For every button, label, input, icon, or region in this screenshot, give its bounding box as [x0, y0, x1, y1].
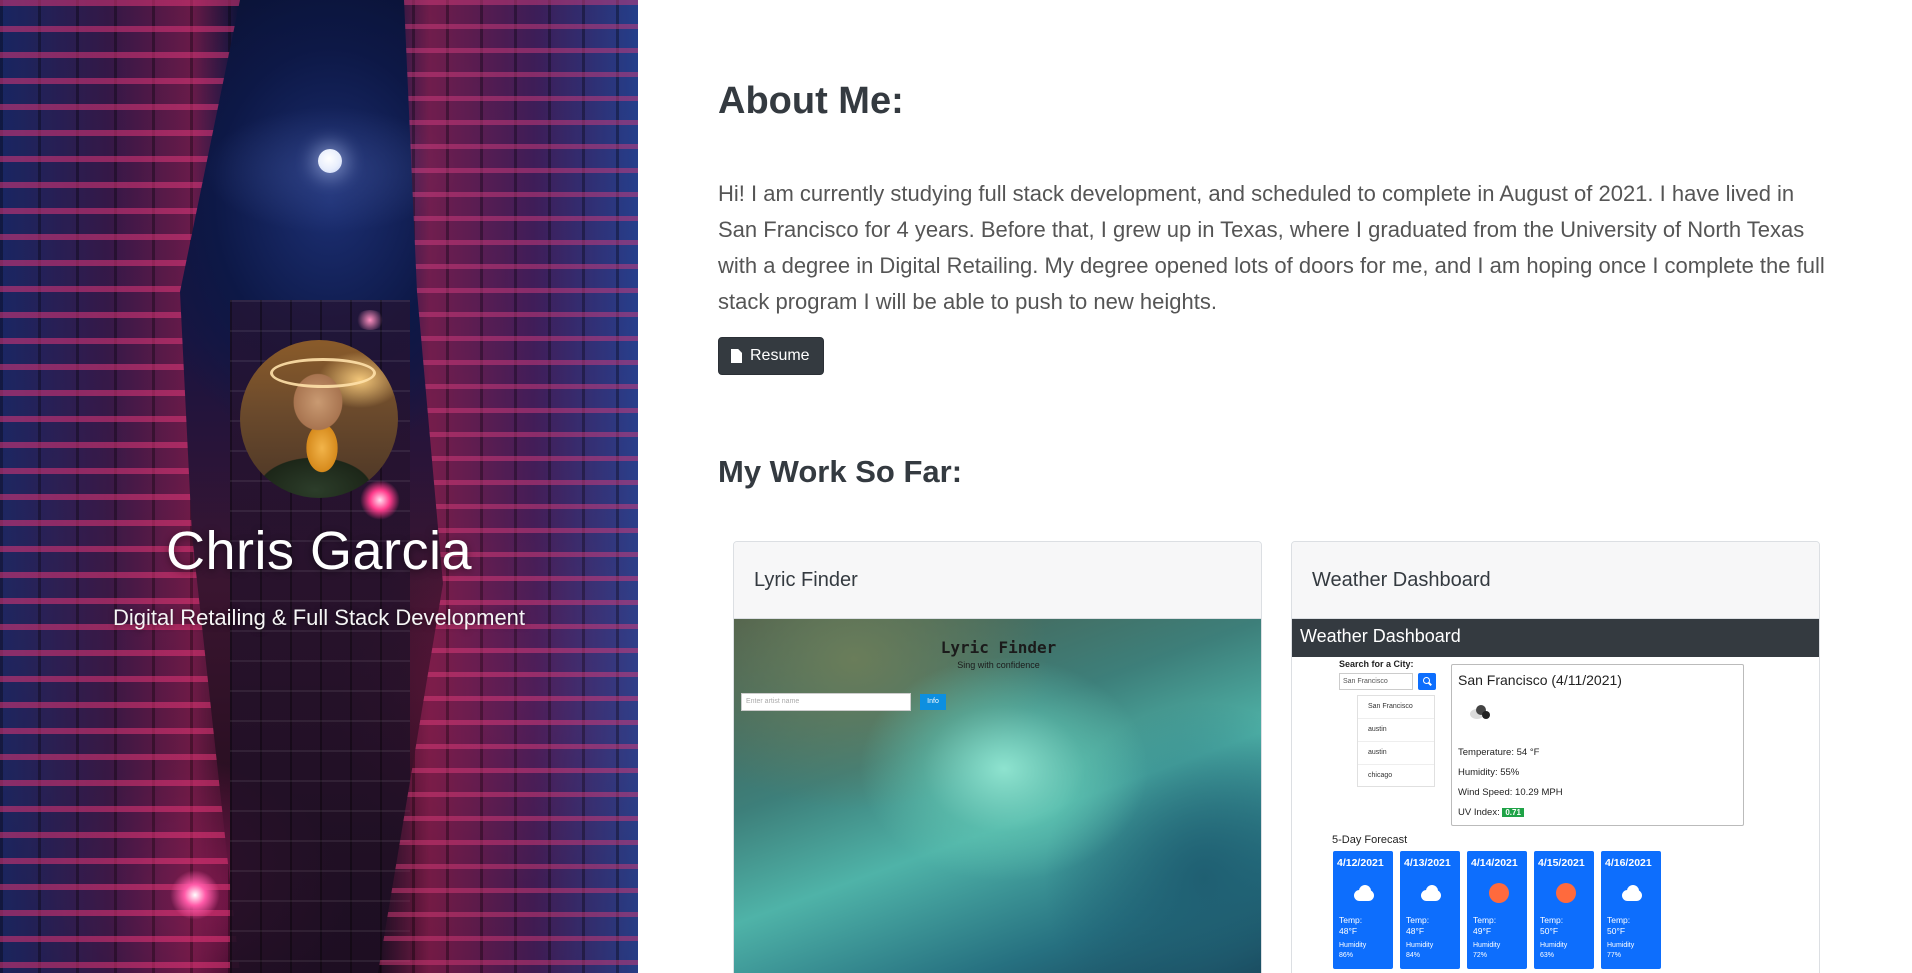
- list-item: chicago: [1368, 772, 1393, 779]
- list-item: San Francisco: [1358, 696, 1434, 719]
- preview-current-weather: San Francisco (4/11/2021) Temperature: 5…: [1451, 664, 1744, 826]
- search-icon: [1418, 673, 1436, 690]
- card-header: Lyric Finder: [734, 542, 1261, 619]
- preview-forecast: 4/12/2021 Temp: 48°F Humidity 86% 4/13/202…: [1333, 851, 1661, 969]
- about-text: Hi! I am currently studying full stack d…: [718, 181, 1825, 314]
- sun-icon: [1485, 883, 1511, 903]
- moon-icon: [318, 149, 342, 173]
- forecast-date: 4/16/2021: [1605, 857, 1652, 869]
- preview-forecast-label: 5-Day Forecast: [1332, 834, 1408, 846]
- preview-city-title: San Francisco (4/11/2021): [1458, 672, 1622, 688]
- neon-light: [360, 480, 400, 520]
- forecast-temp: Temp: 48°F: [1406, 915, 1430, 936]
- resume-button[interactable]: Resume: [718, 337, 824, 375]
- preview-search-input: San Francisco: [1339, 673, 1413, 690]
- resume-button-label: Resume: [750, 347, 810, 364]
- file-icon: [731, 349, 742, 363]
- preview-uv-row: UV Index: 0.71: [1458, 807, 1524, 818]
- preview-uv-label: UV Index:: [1458, 807, 1500, 818]
- status-badge: 0.71: [1502, 808, 1524, 817]
- forecast-day: 4/15/2021 Temp: 50°F Humidity 63%: [1534, 851, 1594, 969]
- forecast-day: 4/14/2021 Temp: 49°F Humidity 72%: [1467, 851, 1527, 969]
- preview-temperature: Temperature: 54 °F: [1458, 747, 1540, 758]
- background-building-right: [378, 0, 638, 973]
- forecast-temp: Temp: 49°F: [1473, 915, 1497, 936]
- forecast-date: 4/15/2021: [1538, 857, 1585, 869]
- forecast-date: 4/14/2021: [1471, 857, 1518, 869]
- preview-search-label: Search for a City:: [1339, 659, 1414, 669]
- project-screenshot[interactable]: Lyric Finder Sing with confidence Enter …: [734, 619, 1261, 973]
- work-heading: My Work So Far:: [718, 454, 963, 489]
- hero-subtitle: Digital Retailing & Full Stack Developme…: [112, 605, 526, 630]
- forecast-temp: Temp: 48°F: [1339, 915, 1363, 936]
- background-building-left: [0, 0, 240, 973]
- forecast-humidity: Humidity 72%: [1473, 942, 1501, 959]
- preview-app-title: Lyric Finder: [940, 638, 1057, 657]
- cloud-icon: [1351, 885, 1377, 901]
- hero-name: Chris Garcia: [165, 521, 473, 581]
- project-card-weather-dashboard[interactable]: Weather Dashboard Weather Dashboard Sear…: [1291, 541, 1820, 973]
- list-item: austin: [1358, 742, 1434, 765]
- preview-app-subtitle: Sing with confidence: [957, 660, 1040, 670]
- preview-artist-input: Enter artist name: [741, 693, 911, 711]
- preview-search-history: San Francisco austin austin chicago: [1357, 695, 1435, 787]
- cloud-icon: [1619, 885, 1645, 901]
- forecast-date: 4/12/2021: [1337, 857, 1384, 869]
- list-item: austin: [1358, 719, 1434, 742]
- forecast-humidity: Humidity 86%: [1339, 942, 1367, 959]
- cloud-icon: [1418, 885, 1444, 901]
- forecast-temp: Temp: 50°F: [1540, 915, 1564, 936]
- forecast-day: 4/16/2021 Temp: 50°F Humidity 77%: [1601, 851, 1661, 969]
- sun-icon: [1552, 883, 1578, 903]
- project-card-lyric-finder[interactable]: Lyric Finder Lyric Finder Sing with conf…: [733, 541, 1262, 973]
- forecast-date: 4/13/2021: [1404, 857, 1451, 869]
- forecast-day: 4/13/2021 Temp: 48°F Humidity 84%: [1400, 851, 1460, 969]
- forecast-humidity: Humidity 77%: [1607, 942, 1635, 959]
- about-heading: About Me:: [718, 80, 904, 122]
- preview-humidity: Humidity: 55%: [1458, 767, 1520, 778]
- neon-light: [170, 870, 220, 920]
- preview-info-button: Info: [920, 694, 946, 710]
- neon-light: [355, 310, 385, 330]
- project-screenshot[interactable]: Weather Dashboard Search for a City: San…: [1292, 619, 1819, 973]
- card-header: Weather Dashboard: [1292, 542, 1819, 619]
- cloud-icon: [1462, 703, 1492, 723]
- forecast-humidity: Humidity 84%: [1406, 942, 1434, 959]
- preview-navbar: Weather Dashboard: [1292, 619, 1819, 657]
- forecast-day: 4/12/2021 Temp: 48°F Humidity 86%: [1333, 851, 1393, 969]
- avatar: [240, 340, 398, 498]
- forecast-humidity: Humidity 63%: [1540, 942, 1568, 959]
- preview-wind: Wind Speed: 10.29 MPH: [1458, 787, 1563, 798]
- forecast-temp: Temp: 50°F: [1607, 915, 1631, 936]
- hero-banner: Chris Garcia Digital Retailing & Full St…: [0, 0, 638, 973]
